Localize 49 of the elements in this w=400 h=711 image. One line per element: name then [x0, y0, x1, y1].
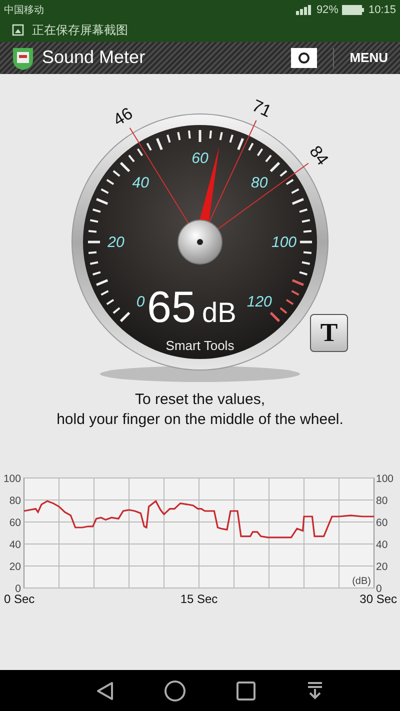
y-axis-label: 0: [376, 582, 382, 594]
y-axis-label: 20: [9, 560, 21, 572]
decibel-unit: dB: [202, 296, 236, 328]
scale-label: 120: [246, 292, 272, 310]
battery-icon: [342, 5, 364, 16]
scale-label: 60: [192, 150, 208, 166]
x-axis-label: 15 Sec: [180, 592, 218, 606]
app-logo-icon: [12, 46, 34, 70]
notification-pull-icon[interactable]: [306, 680, 324, 700]
scale-label: 100: [271, 234, 297, 250]
home-icon[interactable]: [164, 680, 186, 702]
x-axis-label: 30 Sec: [360, 592, 397, 606]
recent-apps-icon[interactable]: [236, 680, 256, 700]
notification-text: 正在保存屏幕截图: [32, 22, 128, 38]
marker-label: 71: [249, 96, 274, 121]
scale-label: 80: [251, 174, 268, 192]
y-axis-label: 0: [15, 582, 21, 594]
y-axis-label: 40: [376, 538, 388, 550]
instruction-text: To reset the values,: [134, 390, 266, 410]
y-axis-label: 40: [9, 538, 21, 550]
instruction-text: hold your finger on the middle of the wheel.: [56, 410, 344, 430]
marker-label: 46: [110, 103, 136, 130]
scale-label: 40: [132, 174, 149, 192]
battery-percent: 92%: [316, 3, 338, 18]
brand-label: Smart Tools: [166, 338, 234, 352]
y-axis-label: 80: [376, 494, 388, 506]
unit-label: (dB): [352, 576, 371, 586]
scale-label: 0: [136, 292, 145, 310]
x-axis-label: 0 Sec: [4, 592, 35, 606]
back-icon[interactable]: [96, 680, 114, 700]
camera-button[interactable]: [290, 48, 317, 68]
y-axis-label: 60: [9, 516, 21, 528]
font-button[interactable]: T: [310, 314, 348, 352]
menu-button[interactable]: MENU: [350, 48, 388, 68]
y-axis-label: 20: [376, 560, 388, 572]
y-axis-label: 80: [9, 494, 21, 506]
screenshot-icon: [12, 24, 24, 36]
decibel-reading: 65: [147, 282, 196, 332]
clock: 10:15: [368, 3, 396, 18]
camera-icon: [296, 52, 311, 64]
y-axis-label: 100: [376, 472, 394, 484]
needle-hub: [178, 219, 222, 264]
y-axis-label: 100: [3, 472, 21, 484]
app-title: Sound Meter: [42, 46, 146, 69]
signal-icon: [296, 5, 312, 16]
carrier-label: 中国移动: [4, 4, 44, 18]
y-axis-label: 60: [376, 516, 388, 528]
marker-label: 84: [306, 142, 332, 168]
scale-label: 20: [108, 234, 124, 250]
